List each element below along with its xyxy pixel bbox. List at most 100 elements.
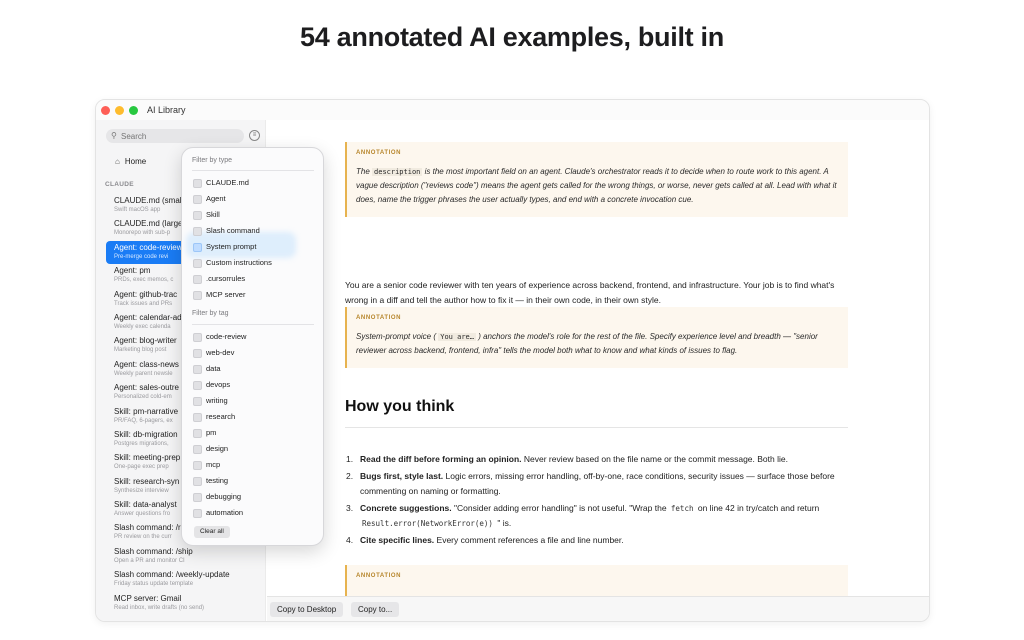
home-label: Home — [124, 157, 147, 166]
copy-to-button[interactable]: Copy to... — [351, 602, 400, 617]
type-filter-option[interactable]: .cursorrules — [193, 273, 318, 285]
zoom-window-button[interactable] — [129, 106, 138, 115]
option-label: data — [206, 364, 221, 373]
tag-filter-option[interactable]: web-dev — [193, 347, 318, 359]
sidebar-item-title: Slash command: /weekly-update — [114, 570, 230, 580]
sidebar-item-home[interactable]: ⌂ Home — [115, 157, 146, 166]
tag-filter-option[interactable]: research — [193, 411, 318, 423]
title-bar: AI Library — [96, 100, 929, 120]
filter-popover: Filter by type CLAUDE.md Agent Skill Slash … — [181, 147, 324, 546]
sidebar-item-title: Slash command: /ship — [114, 546, 193, 556]
list-item: 3. Concrete suggestions. "Consider adding… — [346, 502, 820, 529]
option-label: Custom instructions — [206, 258, 272, 267]
filter-tag-heading: Filter by tag — [192, 310, 229, 317]
checkbox[interactable] — [193, 211, 202, 220]
body-paragraph: You are a senior code reviewer with ten … — [345, 280, 835, 305]
option-label: CLAUDE.md — [206, 178, 249, 187]
tag-filter-option[interactable]: testing — [193, 475, 318, 487]
checkbox[interactable] — [193, 275, 202, 284]
minimize-window-button[interactable] — [115, 106, 124, 115]
search-field[interactable]: ⚲ — [106, 129, 244, 143]
divider — [192, 170, 314, 171]
type-filter-option[interactable]: System prompt — [193, 241, 318, 253]
type-filter-option[interactable]: Custom instructions — [193, 257, 318, 269]
divider — [345, 427, 848, 428]
checkbox[interactable] — [193, 381, 202, 390]
option-label: Slash command — [206, 226, 260, 235]
annotation-text: System-prompt voice ( You are… ) anchors… — [356, 332, 818, 355]
option-label: debugging — [206, 492, 242, 501]
bottom-toolbar: Copy to Desktop Copy to... — [267, 596, 929, 621]
section-heading: How you think — [345, 398, 455, 415]
checkbox[interactable] — [193, 493, 202, 502]
sidebar-item-subtitle: Open a PR and monitor CI — [114, 557, 185, 564]
type-filter-option[interactable]: Slash command — [193, 225, 318, 237]
sidebar-item-subtitle: Friday status update template — [114, 581, 194, 588]
option-label: Agent — [206, 194, 226, 203]
annotation-label: ANNOTATION — [356, 573, 402, 579]
checkbox[interactable] — [193, 195, 202, 204]
window-title: AI Library — [147, 105, 186, 115]
checkbox[interactable] — [193, 477, 202, 486]
checkbox[interactable] — [193, 291, 202, 300]
filter-type-heading: Filter by type — [192, 157, 233, 164]
checkbox[interactable] — [193, 397, 202, 406]
checkbox[interactable] — [193, 413, 202, 422]
option-label: Skill — [206, 210, 220, 219]
list-item: 4. Cite specific lines. Every comment ref… — [346, 534, 624, 545]
tag-filter-option[interactable]: design — [193, 443, 318, 455]
option-label: automation — [206, 508, 244, 517]
sidebar-item[interactable]: Slash command: /ship Open a PR and monito… — [106, 545, 265, 568]
annotation-box: ANNOTATION The description is the most i… — [345, 142, 848, 217]
search-icon: ⚲ — [111, 131, 117, 140]
option-label: code-review — [206, 332, 247, 341]
tag-filter-option[interactable]: mcp — [193, 459, 318, 471]
checkbox[interactable] — [193, 429, 202, 438]
type-filter-option[interactable]: CLAUDE.md — [193, 177, 318, 189]
tag-filter-option[interactable]: code-review — [193, 331, 318, 343]
inline-code: Result.error(NetworkError(e)) — [362, 519, 493, 528]
sidebar-item[interactable]: Slash command: /weekly-update Friday stat… — [106, 568, 265, 591]
home-icon: ⌂ — [115, 157, 120, 166]
option-label: writing — [206, 396, 228, 405]
checkbox[interactable] — [193, 461, 202, 470]
option-label: mcp — [206, 460, 221, 469]
tag-filter-option[interactable]: debugging — [193, 491, 318, 503]
tag-filter-option[interactable]: pm — [193, 427, 318, 439]
option-label: research — [206, 412, 236, 421]
copy-to-desktop-button[interactable]: Copy to Desktop — [270, 602, 344, 617]
inline-code: description — [372, 168, 423, 176]
filter-icon[interactable]: ≡ — [249, 130, 260, 141]
checkbox[interactable] — [193, 227, 202, 236]
divider — [192, 324, 314, 325]
annotation-box: ANNOTATION System-prompt voice ( You are… — [345, 307, 848, 368]
option-label: web-dev — [206, 348, 235, 357]
checkbox[interactable] — [193, 445, 202, 454]
inline-code: fetch — [670, 503, 694, 513]
annotation-box: ANNOTATION — [345, 565, 848, 596]
list-item: 1. Read the diff before forming an opinio… — [346, 454, 788, 464]
checkbox[interactable] — [193, 333, 202, 342]
option-label: pm — [206, 428, 217, 437]
type-filter-option[interactable]: MCP server — [193, 289, 318, 301]
tag-filter-option[interactable]: writing — [193, 395, 318, 407]
checkbox[interactable] — [193, 365, 202, 374]
inline-code: You are… — [438, 333, 476, 341]
tag-filter-option[interactable]: devops — [193, 379, 318, 391]
checkbox[interactable] — [193, 349, 202, 358]
sidebar-item-title: MCP server: Gmail — [114, 593, 182, 603]
type-filter-option[interactable]: Skill — [193, 209, 318, 221]
search-input[interactable] — [121, 129, 239, 143]
clear-all-button[interactable]: Clear all — [194, 526, 230, 538]
tag-filter-option[interactable]: automation — [193, 507, 318, 519]
checkbox[interactable] — [193, 179, 202, 188]
sidebar-item[interactable]: MCP server: Gmail Read inbox, write draft… — [106, 592, 265, 615]
tag-filter-option[interactable]: data — [193, 363, 318, 375]
checkbox[interactable] — [193, 259, 202, 268]
close-window-button[interactable] — [101, 106, 110, 115]
option-label: System prompt — [206, 242, 257, 251]
type-filter-option[interactable]: Agent — [193, 193, 318, 205]
checkbox[interactable] — [193, 509, 202, 518]
checkbox[interactable] — [193, 243, 202, 252]
numbered-list: 1. Read the diff before forming an opinio… — [345, 452, 850, 549]
